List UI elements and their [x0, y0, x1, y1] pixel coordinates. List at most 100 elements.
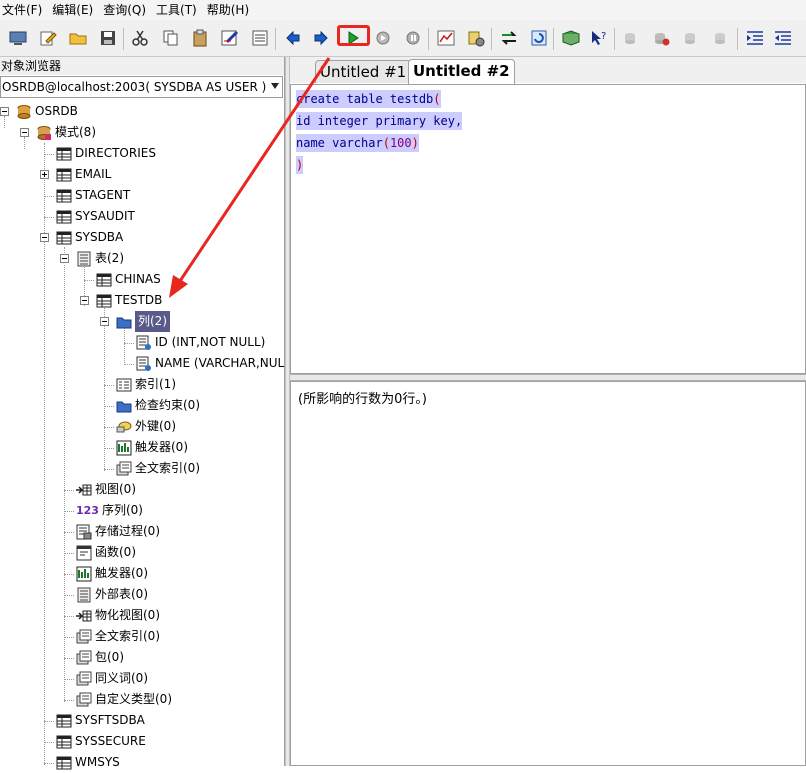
tree-label: 物化视图(0)	[95, 608, 160, 622]
tree-label: SYSAUDIT	[75, 209, 135, 223]
function-icon	[76, 545, 92, 560]
tree-label: 同义词(0)	[95, 671, 148, 685]
tree-label: 存储过程(0)	[95, 524, 160, 538]
tree-node-email[interactable]: EMAIL	[56, 164, 111, 185]
tree-label: 模式(8)	[55, 125, 96, 139]
tree-label: ID (INT,NOT NULL)	[155, 335, 266, 349]
tree-node-root[interactable]: OSRDB	[16, 101, 78, 122]
tree-node-sysdba[interactable]: SYSDBA	[56, 227, 123, 248]
swap-arrows-icon[interactable]	[499, 28, 519, 48]
stop-icon[interactable]	[403, 28, 423, 48]
tree-label: 外部表(0)	[95, 587, 148, 601]
sql-editor[interactable]: create table testdb( id integer primary …	[290, 84, 806, 374]
tree-label: 函数(0)	[95, 545, 136, 559]
tree-node-tables[interactable]: 表(2)	[76, 248, 124, 269]
tree-node-directories[interactable]: DIRECTORIES	[56, 143, 156, 164]
tree-node-foreign-keys[interactable]: 外键(0)	[116, 416, 176, 437]
tree-node-external-tables[interactable]: 外部表(0)	[76, 584, 148, 605]
book-help-icon[interactable]	[561, 28, 581, 48]
table-icon	[96, 273, 112, 286]
tree-label: 视图(0)	[95, 482, 136, 496]
tree-node-col-id[interactable]: ID (INT,NOT NULL)	[136, 332, 265, 353]
collapse-toggle[interactable]	[0, 107, 9, 116]
tree-node-indexes[interactable]: 索引(1)	[116, 374, 176, 395]
tab-untitled-2[interactable]: Untitled #2	[408, 59, 515, 84]
tree-label: 检查约束(0)	[135, 398, 200, 412]
tree-label: TESTDB	[115, 293, 163, 307]
result-panel: (所影响的行数为0行。)	[290, 381, 806, 766]
fulltext-index-icon	[76, 629, 92, 643]
tree-node-functions[interactable]: 函数(0)	[76, 542, 136, 563]
indent-icon[interactable]	[745, 28, 765, 48]
tree-node-schemas[interactable]: 模式(8)	[36, 122, 96, 143]
tree-node-custom-types[interactable]: 自定义类型(0)	[76, 689, 172, 710]
collapse-toggle[interactable]	[20, 128, 29, 137]
tree-node-table-triggers[interactable]: 触发器(0)	[116, 437, 188, 458]
tree-node-procedures[interactable]: 存储过程(0)	[76, 521, 160, 542]
object-tree: OSRDB 模式(8) DIRECTORIES EMAIL STAGENT SY…	[0, 0, 296, 769]
tree-label: 索引(1)	[135, 377, 176, 391]
collapse-toggle[interactable]	[40, 233, 49, 242]
tree-label: 全文索引(0)	[135, 461, 200, 475]
step-execute-icon[interactable]	[373, 28, 393, 48]
run-execute-icon[interactable]	[343, 28, 363, 48]
horizontal-splitter[interactable]	[290, 374, 806, 381]
tree-node-wmsys[interactable]: WMSYS	[56, 752, 120, 773]
collapse-toggle[interactable]	[60, 254, 69, 263]
collapse-toggle[interactable]	[80, 296, 89, 305]
tree-label: 触发器(0)	[135, 440, 188, 454]
trigger-icon	[76, 566, 92, 581]
context-help-icon[interactable]: ?	[589, 28, 609, 48]
tree-node-triggers[interactable]: 触发器(0)	[76, 563, 148, 584]
foreign-key-icon	[116, 421, 132, 432]
tree-node-sysftsdba[interactable]: SYSFTSDBA	[56, 710, 145, 731]
tree-label: SYSFTSDBA	[75, 713, 145, 727]
tx-disabled-3-icon[interactable]	[712, 28, 732, 48]
tree-node-synonyms[interactable]: 同义词(0)	[76, 668, 148, 689]
tree-label: WMSYS	[75, 755, 120, 769]
table-icon	[56, 231, 72, 244]
explain-tools-icon[interactable]	[466, 28, 486, 48]
collapse-toggle[interactable]	[100, 317, 109, 326]
tree-node-table-fulltext[interactable]: 全文索引(0)	[116, 458, 200, 479]
tree-node-mviews[interactable]: 物化视图(0)	[76, 605, 160, 626]
back-arrow-icon[interactable]	[283, 28, 303, 48]
tab-untitled-1[interactable]: Untitled #1	[315, 60, 412, 83]
synonym-icon	[76, 671, 92, 685]
materialized-view-icon	[76, 610, 92, 621]
tree-label: 触发器(0)	[95, 566, 148, 580]
tree-label: 自定义类型(0)	[95, 692, 172, 706]
schema-icon	[37, 125, 51, 140]
tree-node-views[interactable]: 视图(0)	[76, 479, 136, 500]
refresh-icon[interactable]	[529, 28, 549, 48]
tree-node-columns[interactable]: 列(2)	[116, 311, 170, 332]
svg-text:?: ?	[601, 31, 606, 42]
tree-label: NAME (VARCHAR,NULL)	[155, 356, 296, 370]
tree-node-packages[interactable]: 包(0)	[76, 647, 124, 668]
table-icon	[56, 210, 72, 223]
tree-label: CHINAS	[115, 272, 161, 286]
tree-node-stagent[interactable]: STAGENT	[56, 185, 130, 206]
tree-node-check-constraints[interactable]: 检查约束(0)	[116, 395, 200, 416]
code-line-1: create table testdb(	[296, 90, 441, 108]
tree-node-fulltext[interactable]: 全文索引(0)	[76, 626, 160, 647]
chart-plan-icon[interactable]	[436, 28, 456, 48]
outdent-icon[interactable]	[773, 28, 793, 48]
tree-node-syssecure[interactable]: SYSSECURE	[56, 731, 146, 752]
forward-arrow-icon[interactable]	[311, 28, 331, 48]
table-icon	[56, 756, 72, 769]
tree-label: 外键(0)	[135, 419, 176, 433]
tree-label: 包(0)	[95, 650, 124, 664]
tx-rollback-icon[interactable]	[652, 28, 672, 48]
table-icon	[56, 168, 72, 181]
expand-toggle[interactable]	[40, 170, 49, 179]
tree-node-col-name[interactable]: NAME (VARCHAR,NULL)	[136, 353, 296, 374]
tx-disabled-2-icon[interactable]	[682, 28, 702, 48]
tree-node-chinas[interactable]: CHINAS	[96, 269, 161, 290]
column-key-icon	[136, 335, 151, 350]
tx-disabled-1-icon[interactable]	[622, 28, 642, 48]
tree-node-sysaudit[interactable]: SYSAUDIT	[56, 206, 135, 227]
tree-node-testdb[interactable]: TESTDB	[96, 290, 162, 311]
tree-label: EMAIL	[75, 167, 112, 181]
tree-node-sequences[interactable]: 123 序列(0)	[76, 500, 143, 521]
